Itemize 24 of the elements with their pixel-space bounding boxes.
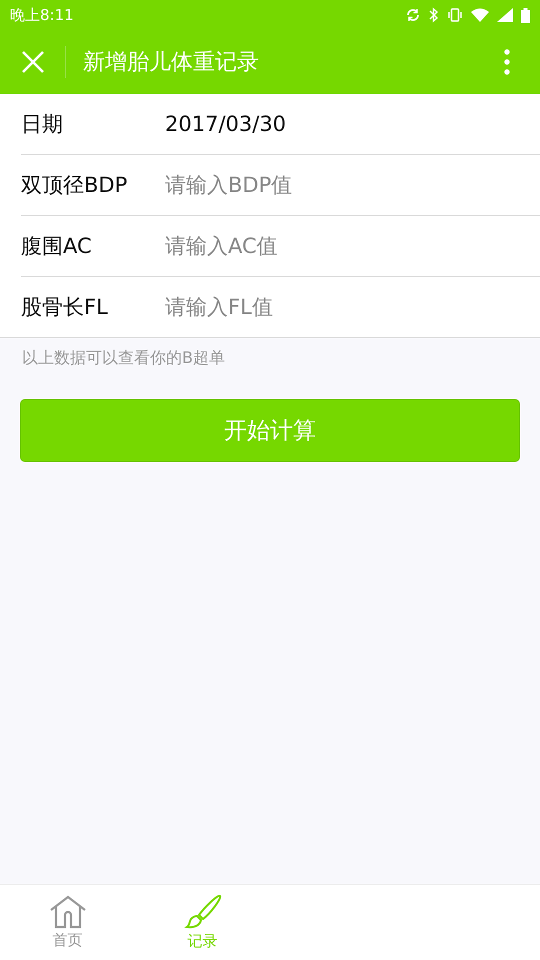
field-label: 腹围AC — [21, 233, 93, 260]
vibrate-icon — [447, 7, 463, 23]
date-field[interactable]: 2017/03/30 — [165, 112, 530, 136]
field-label: 双顶径BDP — [21, 172, 128, 199]
hint-text: 以上数据可以查看你的B超单 — [22, 348, 226, 369]
field-label: 日期 — [21, 111, 64, 138]
brush-icon — [182, 894, 222, 930]
page-title: 新增胎儿体重记录 — [83, 49, 260, 77]
status-time: 晚上8:11 — [10, 6, 74, 24]
field-label: 股骨长FL — [21, 294, 109, 321]
close-icon — [22, 51, 44, 73]
battery-icon — [521, 8, 530, 22]
input-field[interactable]: 请输入FL值 — [165, 295, 530, 319]
calculate-button[interactable]: 开始计算 — [20, 399, 520, 462]
more-icon — [504, 49, 510, 75]
tab-item[interactable]: 记录 — [135, 885, 270, 960]
house-icon — [48, 895, 86, 929]
bluetooth-icon — [429, 7, 439, 23]
tab-item[interactable]: 首页 — [0, 885, 135, 960]
sync-icon — [405, 7, 421, 23]
wifi-icon — [471, 8, 489, 22]
input-field[interactable]: 请输入AC值 — [165, 234, 530, 258]
signal-icon — [497, 8, 513, 22]
input-field[interactable]: 请输入BDP值 — [165, 173, 530, 197]
